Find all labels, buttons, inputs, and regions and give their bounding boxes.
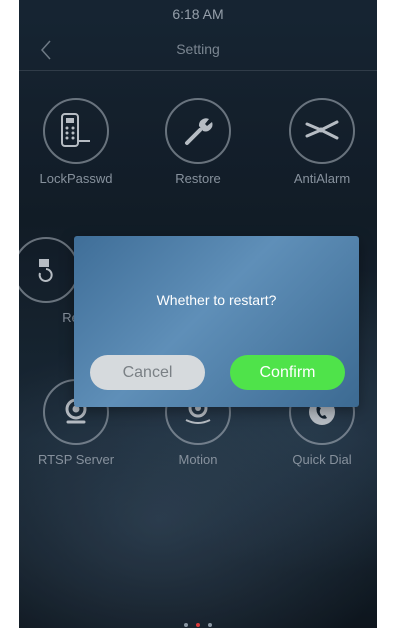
restart-dialog: Whether to restart? Cancel Confirm: [74, 236, 359, 407]
page-dot[interactable]: [183, 623, 188, 627]
screen: 6:18 AM Setting LockPasswd Restore AntiA…: [19, 0, 377, 628]
cancel-button[interactable]: Cancel: [90, 355, 205, 390]
dialog-message: Whether to restart?: [156, 292, 277, 308]
page-dot-active[interactable]: [196, 623, 200, 627]
page-indicator: [19, 614, 377, 627]
confirm-button[interactable]: Confirm: [230, 355, 345, 390]
